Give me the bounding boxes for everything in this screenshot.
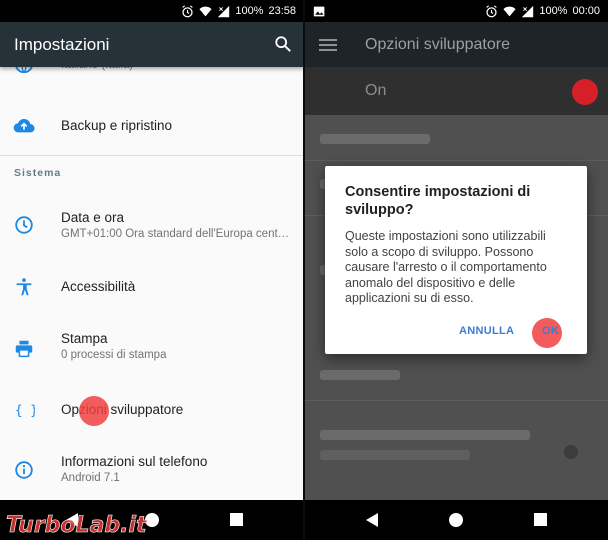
section-divider [0,155,304,156]
recents-icon[interactable] [230,513,243,526]
menu-icon[interactable] [319,39,337,51]
item-title: Data e ora [61,210,125,225]
list-item-developer-options[interactable]: { } Opzioni sviluppatore [0,391,304,431]
blurred-divider [304,400,608,401]
signal-icon [218,5,230,17]
list-item-print[interactable]: Stampa 0 processi di stampa [0,325,304,369]
master-switch-label: On [365,82,387,99]
battery-percent: 100% [539,5,568,17]
turbolab-logo: TurboLab.it [6,513,149,538]
clock-icon [15,216,33,234]
item-title: Accessibilità [61,279,136,294]
clock: 23:58 [268,5,296,17]
item-title: Backup e ripristino [61,118,173,133]
page-title: Impostazioni [14,34,110,54]
confirm-dialog: Consentire impostazioni di sviluppo? Que… [325,166,587,354]
app-bar: Impostazioni [0,22,304,67]
printer-icon [15,340,33,358]
item-subtitle: GMT+01:00 Ora standard dell'Europa cent… [61,228,290,240]
list-item-backup[interactable]: Backup e ripristino [0,105,304,149]
blurred-toggle [564,445,578,459]
developer-options-screen: 100% 00:00 Opzioni sviluppatore On Conse… [304,0,608,540]
item-subtitle: Android 7.1 [61,472,120,484]
master-switch-bar[interactable]: On [304,67,608,115]
recents-icon[interactable] [534,513,547,526]
clock: 00:00 [572,5,600,17]
signal-icon [522,5,534,17]
navigation-bar [304,500,608,540]
dialog-message: Queste impostazioni sono utilizzabili so… [345,229,547,305]
blurred-row [320,370,400,380]
home-icon[interactable] [449,513,463,527]
tap-indicator [79,396,109,426]
item-subtitle: 0 processi di stampa [61,349,167,361]
back-icon[interactable] [366,513,378,527]
item-title: Informazioni sul telefono [61,454,208,469]
wifi-icon [199,6,212,16]
cancel-button[interactable]: ANNULLA [459,325,514,337]
search-icon[interactable] [274,35,292,53]
screenshot-divider [303,0,305,540]
alarm-icon [486,4,498,17]
blurred-row [320,450,470,460]
accessibility-icon [16,278,32,296]
master-switch-toggle[interactable] [572,79,598,105]
code-braces-icon: { } [15,404,35,419]
cloud-upload-icon [13,118,35,133]
status-bar: 100% 00:00 [304,0,608,22]
item-title: Stampa [61,331,108,346]
wifi-icon [503,6,516,16]
blurred-divider [304,160,608,161]
ok-button[interactable]: OK [542,325,559,337]
page-title: Opzioni sviluppatore [365,35,510,53]
svg-text:TurboLab.it: TurboLab.it [6,513,148,538]
status-bar: 100% 23:58 [0,0,304,22]
app-bar: Opzioni sviluppatore [304,22,608,67]
list-item-accessibility[interactable]: Accessibilità [0,267,304,307]
list-item-about-phone[interactable]: Informazioni sul telefono Android 7.1 [0,447,304,495]
image-notification-icon [313,6,325,17]
info-icon [15,461,33,479]
blurred-row [320,134,430,144]
settings-screen: 100% 23:58 Impostazioni Italiano (Italia… [0,0,304,540]
list-item-date-time[interactable]: Data e ora GMT+01:00 Ora standard dell'E… [0,202,304,250]
svg-text:{ }: { } [15,404,35,419]
blurred-row [320,430,530,440]
battery-percent: 100% [235,5,264,17]
section-header: Sistema [14,167,62,179]
dialog-title: Consentire impostazioni di sviluppo? [345,184,531,218]
alarm-icon [182,4,194,17]
